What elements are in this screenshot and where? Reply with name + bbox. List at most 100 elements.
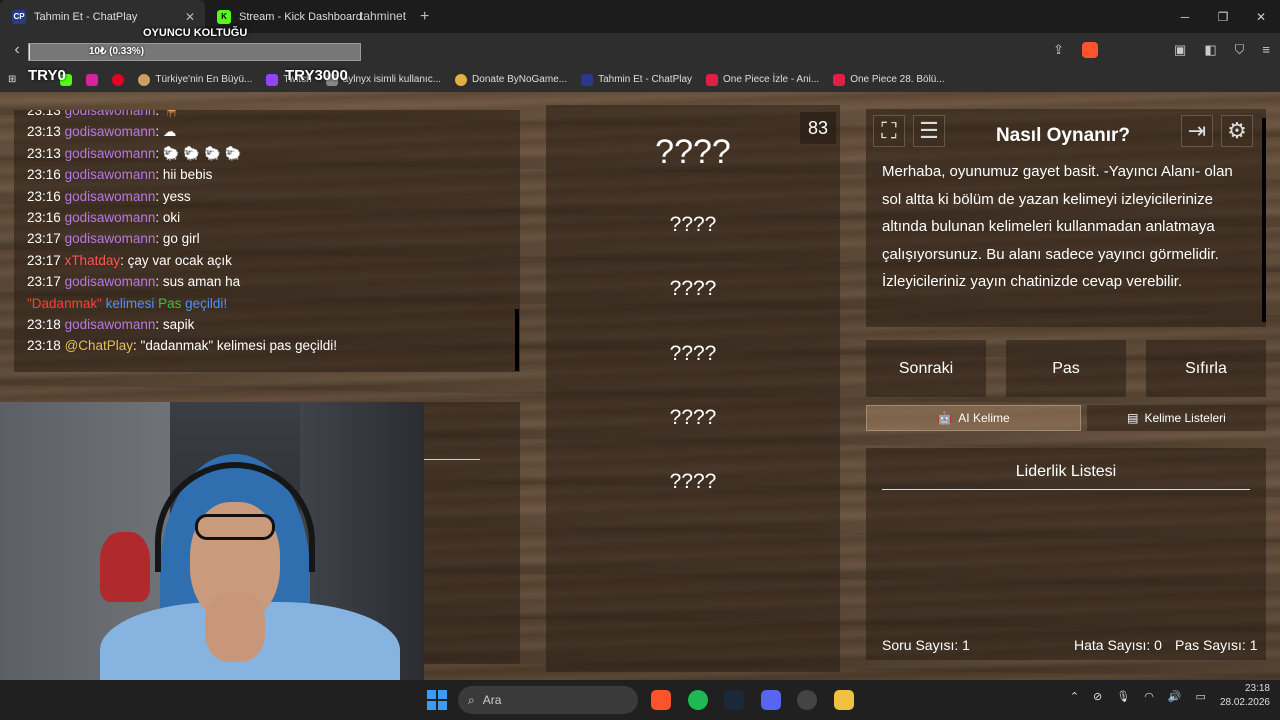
headset-icon bbox=[155, 462, 315, 572]
chat-timestamp: 23:17 bbox=[27, 231, 61, 247]
chat-text: : "dadanmak" kelimesi pas geçildi! bbox=[133, 338, 337, 354]
chat-username[interactable]: godisawomann bbox=[65, 274, 156, 289]
info-scrollbar[interactable] bbox=[1262, 118, 1266, 322]
clock[interactable]: 23:18 28.02.2026 bbox=[1220, 682, 1270, 710]
chat-timestamp: 23:17 bbox=[27, 274, 61, 290]
chat-scrollbar[interactable] bbox=[515, 309, 519, 371]
chat-message: 23:16 godisawomann: oki bbox=[14, 207, 520, 228]
chat-text: : ☁ bbox=[155, 124, 177, 140]
bookmark-item[interactable]: Türkiye'nin En Büyü... bbox=[138, 73, 252, 86]
taskbar-search[interactable]: ⌕ Ara bbox=[458, 686, 638, 714]
forbidden-word: ???? bbox=[669, 342, 717, 365]
chat-text: : hii bebis bbox=[155, 167, 213, 183]
system-pass: Pas bbox=[158, 295, 182, 311]
chat-message: 23:18 @ChatPlay: "dadanmak" kelimesi pas… bbox=[14, 335, 520, 356]
bookmark-item[interactable]: One Piece İzle - Ani... bbox=[706, 73, 819, 86]
chat-message: 23:17 godisawomann: sus aman ha bbox=[14, 271, 520, 292]
spotify-icon[interactable] bbox=[688, 690, 708, 710]
battery-icon[interactable]: ▭ bbox=[1196, 690, 1206, 703]
new-tab-icon[interactable]: + bbox=[420, 8, 429, 26]
chat-username[interactable]: godisawomann bbox=[65, 317, 156, 332]
forbidden-word: ???? bbox=[669, 406, 717, 429]
instagram-bookmark-icon[interactable] bbox=[86, 73, 99, 86]
pass-count: Pas Sayısı: 1 bbox=[1175, 637, 1258, 653]
bookmark-item[interactable]: Donate ByNoGame... bbox=[455, 73, 567, 86]
apps-grid-icon[interactable]: ⊞ bbox=[8, 74, 16, 85]
goal-max-label: TRY3000 bbox=[285, 67, 348, 84]
tab-word-lists[interactable]: ▤ Kelime Listeleri bbox=[1087, 405, 1266, 431]
bookmark-item[interactable]: Tahmin Et - ChatPlay bbox=[581, 73, 692, 86]
microphone-icon[interactable]: 🎙 bbox=[1116, 690, 1130, 703]
wallet-icon[interactable]: ⛉ bbox=[1235, 42, 1245, 58]
webcam-person bbox=[205, 592, 265, 662]
chat-message: 23:17 godisawomann: go girl bbox=[14, 228, 520, 249]
menu-icon[interactable]: ≡ bbox=[1262, 42, 1270, 58]
chat-text: : oki bbox=[155, 209, 181, 225]
chat-panel: 23:13 godisawomann: 🪑 23:13 godisawomann:… bbox=[14, 110, 520, 372]
system-word: "Dadanmak" bbox=[27, 295, 102, 311]
chat-username[interactable]: godisawomann bbox=[65, 189, 156, 204]
system-tray: ⌃ ⊘ 🎙 ◠ 🔊 ▭ 23:18 28.02.2026 bbox=[1070, 682, 1270, 710]
how-to-play-text: Merhaba, oyunumuz gayet basit. -Yayıncı … bbox=[882, 163, 1233, 290]
app-icon[interactable] bbox=[797, 690, 817, 710]
streamer-area-divider bbox=[424, 459, 480, 460]
chat-timestamp: 23:18 bbox=[27, 338, 61, 354]
chatplay-favicon-icon: CP bbox=[12, 9, 26, 24]
pinterest-bookmark-icon[interactable] bbox=[112, 73, 125, 86]
brave-icon[interactable] bbox=[651, 690, 671, 710]
close-tab-icon[interactable]: ✕ bbox=[185, 10, 195, 24]
maximize-icon[interactable]: ❐ bbox=[1204, 0, 1242, 33]
chat-username[interactable]: godisawomann bbox=[65, 146, 156, 161]
wifi-icon[interactable]: ◠ bbox=[1144, 690, 1154, 703]
forbidden-word: ???? bbox=[669, 470, 717, 493]
chat-text: : 🪑 bbox=[155, 110, 180, 118]
chat-username[interactable]: godisawomann bbox=[65, 167, 156, 182]
tab-label: Stream - Kick Dashboard bbox=[239, 10, 362, 23]
next-button[interactable]: Sonraki bbox=[866, 340, 986, 397]
chat-username[interactable]: godisawomann bbox=[65, 231, 156, 246]
tab-ai-word[interactable]: 🤖 AI Kelime bbox=[866, 405, 1081, 431]
bookmark-item[interactable]: One Piece 28. Bölü... bbox=[833, 73, 945, 86]
chat-text: : sapik bbox=[155, 316, 195, 332]
chat-timestamp: 23:13 bbox=[27, 124, 61, 140]
chat-timestamp: 23:13 bbox=[27, 145, 61, 161]
chat-message: "Dadanmak" kelimesi Pas geçildi! bbox=[14, 293, 520, 314]
minimize-icon[interactable]: ─ bbox=[1166, 0, 1204, 33]
reader-mode-icon[interactable]: ▣ bbox=[1174, 42, 1186, 58]
file-explorer-icon[interactable] bbox=[834, 690, 854, 710]
word-panel bbox=[546, 105, 840, 672]
chat-timestamp: 23:18 bbox=[27, 316, 61, 332]
goal-progress-bar: 10₺ (0.33%) bbox=[28, 43, 361, 61]
leaderboard-title: Liderlik Listesi bbox=[882, 463, 1250, 490]
chat-username[interactable]: godisawomann bbox=[65, 110, 156, 118]
chat-text: : sus aman ha bbox=[155, 274, 241, 290]
network-off-icon[interactable]: ⊘ bbox=[1093, 690, 1102, 703]
goal-progress-text: 10₺ (0.33%) bbox=[88, 46, 145, 57]
discord-icon[interactable] bbox=[761, 690, 781, 710]
kick-favicon-icon: K bbox=[217, 9, 231, 24]
chat-username[interactable]: xThatday bbox=[65, 253, 121, 268]
how-to-play-title: Nasıl Oynanır? bbox=[995, 125, 1131, 146]
forbidden-word: ???? bbox=[669, 277, 717, 300]
chevron-up-icon[interactable]: ⌃ bbox=[1070, 690, 1079, 703]
reset-button[interactable]: Sıfırla bbox=[1146, 340, 1266, 397]
close-window-icon[interactable]: ✕ bbox=[1242, 0, 1280, 33]
bookmarks-bar: ⊞ Türkiye'nin En Büyü... Twitch aylnyx i… bbox=[0, 67, 1280, 92]
volume-icon[interactable]: 🔊 bbox=[1168, 690, 1182, 703]
chat-message: 23:13 godisawomann: 🪑 bbox=[14, 110, 520, 121]
chat-message: 23:13 godisawomann: 🐑 🐑 🐑 🐑 bbox=[14, 143, 520, 164]
chat-username[interactable]: @ChatPlay bbox=[65, 338, 133, 353]
brave-shields-icon[interactable] bbox=[1082, 42, 1099, 58]
search-icon: ⌕ bbox=[468, 692, 475, 707]
chat-username[interactable]: godisawomann bbox=[65, 124, 156, 139]
steam-icon[interactable] bbox=[724, 690, 744, 710]
sidebar-icon[interactable]: ◧ bbox=[1204, 42, 1216, 58]
chat-username[interactable]: godisawomann bbox=[65, 210, 156, 225]
window-controls: ─ ❐ ✕ bbox=[1166, 0, 1280, 33]
forbidden-word: ???? bbox=[669, 213, 717, 236]
target-word: ???? bbox=[655, 133, 731, 171]
share-icon[interactable]: ⇪ bbox=[1053, 42, 1064, 58]
pass-button[interactable]: Pas bbox=[1006, 340, 1126, 397]
windows-start-icon[interactable] bbox=[427, 690, 447, 710]
url-text[interactable]: tahminet bbox=[360, 9, 406, 23]
